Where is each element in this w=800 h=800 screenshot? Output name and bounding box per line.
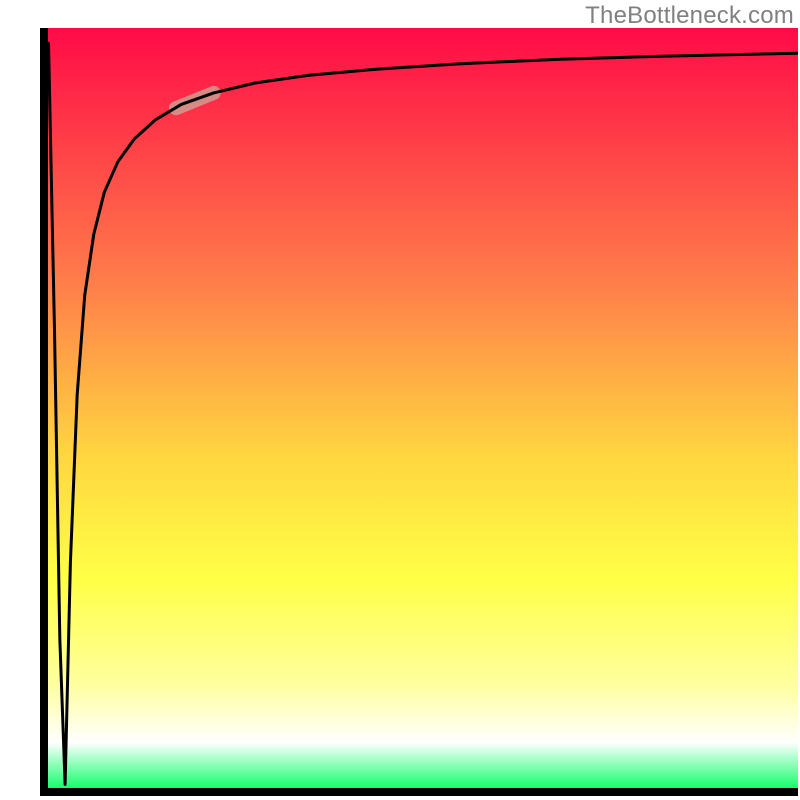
plot-area bbox=[40, 28, 798, 796]
watermark-text: TheBottleneck.com bbox=[585, 2, 794, 30]
gradient-background bbox=[44, 28, 798, 792]
chart-svg bbox=[40, 28, 798, 796]
chart-container: { "watermark": "TheBottleneck.com", "col… bbox=[0, 0, 800, 800]
